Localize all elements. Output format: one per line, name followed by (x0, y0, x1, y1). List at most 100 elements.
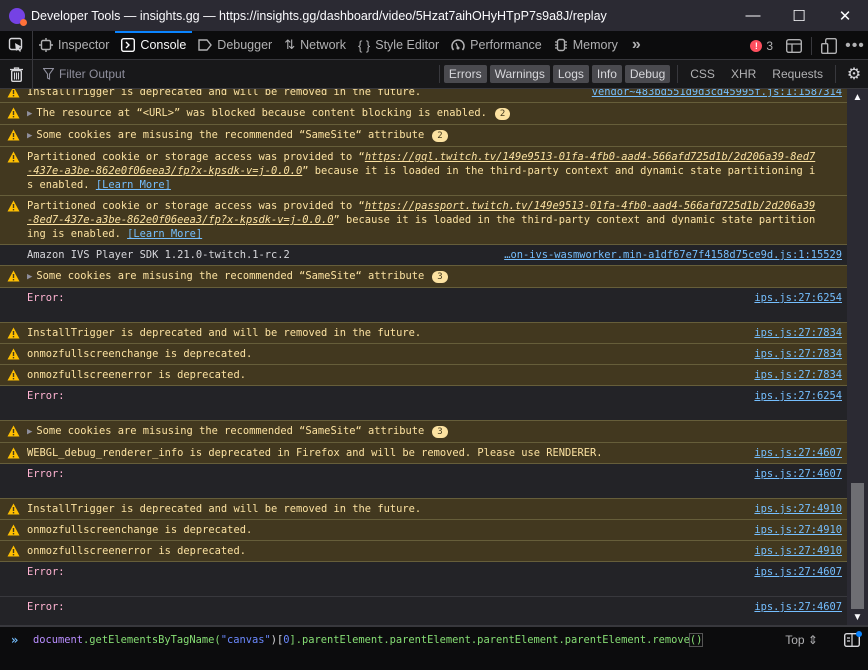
minimize-button[interactable]: — (730, 0, 776, 31)
warning-icon (7, 524, 20, 536)
learn-more-link[interactable]: [Learn More] (127, 228, 202, 240)
warn-message: WEBGL_debug_renderer_info is deprecated … (0, 442, 847, 464)
filter-info-button[interactable]: Info (591, 65, 622, 83)
message-icon-column (0, 89, 27, 99)
message-body: Error: (27, 291, 821, 319)
filter-xhr-button[interactable]: XHR (723, 67, 764, 81)
firefox-devtools-icon (9, 7, 27, 26)
tab-inspector[interactable]: Inspector (33, 31, 115, 60)
repeat-count-badge: 2 (494, 108, 511, 120)
clear-console-button[interactable] (0, 59, 33, 89)
warn-message: Partitioned cookie or storage access was… (0, 146, 847, 196)
more-tools-chevron-icon[interactable]: » (624, 36, 649, 54)
source-location-link[interactable]: ips.js:27:6254 (754, 291, 842, 305)
expand-arrow-icon[interactable]: ▶ (27, 109, 32, 119)
warn-message[interactable]: ▶ Some cookies are misusing the recommend… (0, 265, 847, 288)
console-settings-button[interactable]: ⚙ (840, 60, 868, 89)
scroll-thumb[interactable] (851, 483, 864, 609)
message-icon-column (0, 544, 27, 558)
message-text: onmozfullscreenchange is deprecated. (27, 524, 253, 536)
message-body: Error: (27, 565, 821, 593)
tab-debugger[interactable]: Debugger (192, 31, 278, 60)
message-body: onmozfullscreenchange is deprecated. (27, 347, 821, 361)
tab-console[interactable]: Console (115, 30, 193, 60)
error-count-button[interactable]: ! 3 (750, 39, 773, 53)
warning-icon (7, 348, 20, 360)
tab-label: Performance (470, 38, 542, 52)
close-button[interactable]: ✕ (822, 0, 868, 31)
warn-message[interactable]: ▶ The resource at “<URL>” was blocked bec… (0, 102, 847, 125)
tab-label: Network (300, 38, 346, 52)
repeat-count-badge: 3 (432, 426, 448, 438)
message-text: Some cookies are misusing the recommende… (36, 425, 425, 437)
expand-arrow-icon[interactable]: ▶ (27, 427, 32, 437)
source-location-link[interactable]: vendor~483bd551d9d3cd45995f.js:1:1587314 (592, 89, 842, 99)
warning-icon (7, 270, 20, 282)
filter-css-button[interactable]: CSS (682, 67, 723, 81)
split-console-button[interactable] (781, 31, 807, 60)
source-location-link[interactable]: …on-ivs-wasmworker.min-a1df67e7f4158d75c… (504, 248, 842, 262)
filter-debug-button[interactable]: Debug (624, 65, 671, 83)
source-location-link[interactable]: ips.js:27:6254 (754, 389, 842, 403)
element-picker-icon (8, 37, 23, 52)
source-location-link[interactable]: ips.js:27:4910 (754, 523, 842, 537)
scroll-down-icon[interactable]: ▼ (847, 609, 868, 625)
message-text: Amazon IVS Player SDK 1.21.0-twitch.1-rc… (27, 249, 290, 261)
log-message: Amazon IVS Player SDK 1.21.0-twitch.1-rc… (0, 245, 847, 266)
message-body: Partitioned cookie or storage access was… (27, 150, 821, 192)
tab-performance[interactable]: Performance (445, 31, 548, 60)
filter-logs-button[interactable]: Logs (552, 65, 589, 83)
warn-message[interactable]: ▶ Some cookies are misusing the recommend… (0, 420, 847, 443)
message-text: Partitioned cookie or storage access was… (27, 151, 365, 163)
maximize-button[interactable]: ☐ (776, 0, 822, 31)
context-selector[interactable]: Top ⇕ (785, 633, 818, 647)
console-input-code[interactable]: document.getElementsByTagName("canvas")[… (33, 633, 704, 647)
scroll-up-icon[interactable]: ▲ (847, 89, 868, 105)
learn-more-link[interactable]: [Learn More] (96, 179, 171, 191)
message-text: Partitioned cookie or storage access was… (27, 200, 365, 212)
expand-arrow-icon[interactable]: ▶ (27, 272, 32, 282)
error-message: Error: ips.js:27:4607 (0, 597, 847, 625)
tab-network[interactable]: ⇅ Network (278, 31, 352, 60)
source-location-link[interactable]: ips.js:27:7834 (754, 368, 842, 382)
source-location-link[interactable]: ips.js:27:4910 (754, 502, 842, 516)
tab-memory[interactable]: Memory (548, 31, 624, 60)
warning-icon (7, 129, 20, 141)
expand-arrow-icon[interactable]: ▶ (27, 131, 32, 141)
source-location-link[interactable]: ips.js:27:4607 (754, 600, 842, 614)
filter-errors-button[interactable]: Errors (443, 65, 487, 83)
message-text: InstallTrigger is deprecated and will be… (27, 89, 422, 98)
output-scrollbar[interactable]: ▲ ▼ (847, 89, 868, 625)
code-token: .getElementsByTagName( (83, 634, 221, 646)
message-text: Error: (27, 566, 65, 578)
warning-icon (7, 107, 20, 119)
filter-requests-button[interactable]: Requests (764, 67, 831, 81)
filter-warnings-button[interactable]: Warnings (489, 65, 550, 83)
source-location-link[interactable]: ips.js:27:4607 (754, 467, 842, 481)
message-text: InstallTrigger is deprecated and will be… (27, 503, 422, 515)
warn-message[interactable]: ▶ Some cookies are misusing the recommend… (0, 124, 847, 147)
element-picker-button[interactable] (0, 30, 33, 60)
error-icon: ! (750, 39, 763, 52)
responsive-design-button[interactable] (816, 31, 842, 60)
message-icon-column (0, 565, 27, 593)
filter-separator (677, 65, 679, 83)
source-location-link[interactable]: ips.js:27:4910 (754, 544, 842, 558)
source-location-link[interactable]: ips.js:27:7834 (754, 347, 842, 361)
source-location-link[interactable]: ips.js:27:4607 (754, 446, 842, 460)
more-options-button[interactable]: ••• (842, 31, 868, 60)
message-icon-column (0, 106, 27, 121)
console-filter-bar: Filter Output Errors Warnings Logs Info … (0, 59, 868, 89)
tab-style-editor[interactable]: { } Style Editor (352, 31, 445, 60)
toggle-sidebar-icon[interactable] (844, 631, 862, 647)
prompt-chevron-icon: » (11, 633, 19, 647)
warn-message: Partitioned cookie or storage access was… (0, 195, 847, 245)
console-input[interactable]: » document.getElementsByTagName("canvas"… (0, 625, 868, 670)
code-token: document (33, 634, 84, 646)
warn-message: onmozfullscreenerror is deprecated. ips.j… (0, 540, 847, 562)
source-location-link[interactable]: ips.js:27:4607 (754, 565, 842, 579)
source-location-link[interactable]: ips.js:27:7834 (754, 326, 842, 340)
message-body: ▶ The resource at “<URL>” was blocked bec… (27, 106, 821, 121)
filter-output-input[interactable]: Filter Output (33, 60, 435, 89)
message-body: Error: (27, 389, 821, 417)
